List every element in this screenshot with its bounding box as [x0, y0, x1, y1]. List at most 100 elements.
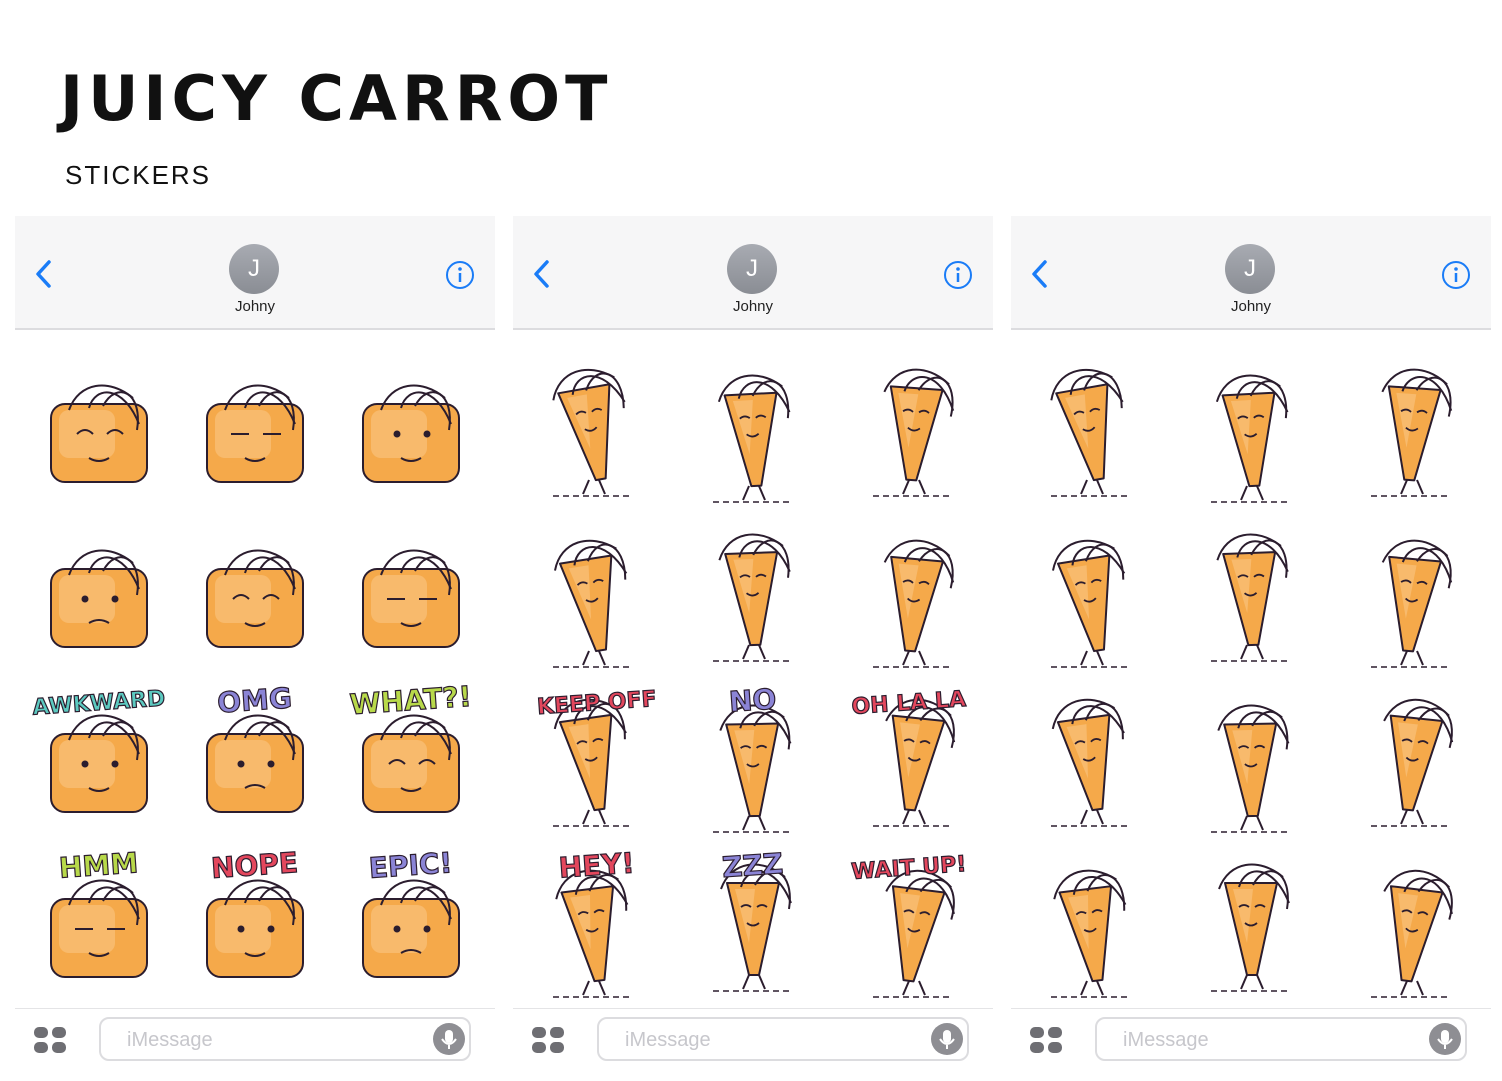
sticker-label: HMM: [58, 846, 139, 884]
microphone-icon[interactable]: [931, 1023, 963, 1055]
sticker[interactable]: [675, 511, 831, 676]
sticker[interactable]: [1017, 676, 1173, 841]
sticker[interactable]: [333, 511, 489, 676]
carrot-sticker-icon: [1371, 539, 1453, 668]
sticker[interactable]: EPIC!: [333, 841, 489, 1006]
sticker[interactable]: [1017, 511, 1173, 676]
message-composer: [1011, 1008, 1491, 1081]
sticker[interactable]: OMG: [177, 676, 333, 841]
contact-name[interactable]: Johny: [513, 298, 993, 315]
sticker[interactable]: KEEP OFF: [519, 676, 675, 841]
imessage-panel: J Johny AWKWARD OMG WHAT?! HMM NOPE EPIC!: [15, 216, 495, 1081]
chevron-left-icon[interactable]: [527, 256, 557, 292]
sticker[interactable]: [177, 511, 333, 676]
page-subtitle: STICKERS: [65, 160, 212, 190]
sticker-grid: [1017, 346, 1485, 1006]
carrot-sticker-icon: [713, 374, 793, 503]
sticker-label: EPIC!: [368, 846, 453, 885]
carrot-sticker-icon: EPIC!: [362, 846, 460, 978]
message-composer: [15, 1008, 495, 1081]
sticker[interactable]: NOPE: [177, 841, 333, 1006]
carrot-sticker-icon: KEEP OFF: [536, 686, 658, 827]
sticker[interactable]: [519, 346, 675, 511]
sticker[interactable]: [1173, 511, 1329, 676]
carrot-sticker-icon: WHAT?!: [348, 679, 473, 813]
carrot-sticker-icon: [1051, 698, 1131, 827]
sticker[interactable]: WHAT?!: [333, 676, 489, 841]
sticker[interactable]: [21, 346, 177, 511]
info-icon[interactable]: [943, 260, 973, 290]
carrot-sticker-icon: [552, 368, 633, 497]
conversation-header: J Johny: [1011, 216, 1491, 330]
sticker-label: NOPE: [210, 846, 299, 885]
contact-name[interactable]: Johny: [15, 298, 495, 315]
sticker-label: NO: [728, 682, 777, 718]
chevron-left-icon[interactable]: [1025, 256, 1055, 292]
sticker[interactable]: [675, 346, 831, 511]
sticker[interactable]: HMM: [21, 841, 177, 1006]
sticker-label: WHAT?!: [349, 680, 473, 721]
sticker-label: HEY!: [558, 846, 636, 884]
carrot-sticker-icon: WAIT UP!: [850, 851, 968, 998]
message-composer: [513, 1008, 993, 1081]
sticker[interactable]: HEY!: [519, 841, 675, 1006]
sticker[interactable]: [1329, 841, 1485, 1006]
sticker[interactable]: [333, 346, 489, 511]
carrot-sticker-icon: [873, 539, 955, 668]
sticker-label: KEEP OFF: [536, 687, 657, 720]
message-input[interactable]: [1121, 1025, 1415, 1055]
carrot-sticker-icon: [50, 384, 148, 483]
message-input-field[interactable]: [1095, 1017, 1467, 1061]
carrot-sticker-icon: [1211, 863, 1291, 992]
app-drawer-icon[interactable]: [1029, 1025, 1065, 1055]
sticker[interactable]: [1017, 346, 1173, 511]
sticker[interactable]: [177, 346, 333, 511]
carrot-sticker-icon: [713, 533, 793, 662]
conversation-header: J Johny: [513, 216, 993, 330]
page-title: JUICY CARROT: [60, 62, 613, 135]
sticker[interactable]: [1329, 511, 1485, 676]
message-input-field[interactable]: [99, 1017, 471, 1061]
sticker[interactable]: [831, 511, 987, 676]
carrot-sticker-icon: [1371, 368, 1453, 497]
sticker[interactable]: WAIT UP!: [831, 841, 987, 1006]
sticker[interactable]: [831, 346, 987, 511]
sticker[interactable]: [519, 511, 675, 676]
sticker-grid: AWKWARD OMG WHAT?! HMM NOPE EPIC!: [21, 346, 489, 1006]
microphone-icon[interactable]: [1429, 1023, 1461, 1055]
sticker-label: ZZZ: [721, 847, 784, 884]
carrot-sticker-icon: OMG: [206, 681, 304, 813]
sticker[interactable]: ZZZ: [675, 841, 831, 1006]
contact-name[interactable]: Johny: [1011, 298, 1491, 315]
carrot-sticker-icon: [1371, 698, 1454, 827]
contact-avatar[interactable]: J: [727, 244, 777, 294]
app-drawer-icon[interactable]: [33, 1025, 69, 1055]
sticker[interactable]: [21, 511, 177, 676]
chevron-left-icon[interactable]: [29, 256, 59, 292]
microphone-icon[interactable]: [433, 1023, 465, 1055]
imessage-panel: J Johny KEEP OFF NO OH LA LA HEY! ZZZ WAIT UP…: [513, 216, 993, 1081]
sticker[interactable]: AWKWARD: [21, 676, 177, 841]
sticker[interactable]: OH LA LA: [831, 676, 987, 841]
carrot-sticker-icon: HMM: [50, 846, 148, 978]
message-input-field[interactable]: [597, 1017, 969, 1061]
info-icon[interactable]: [445, 260, 475, 290]
sticker-label: OMG: [216, 681, 293, 719]
carrot-sticker-icon: AWKWARD: [31, 686, 167, 813]
sticker[interactable]: [1329, 676, 1485, 841]
sticker[interactable]: [1173, 346, 1329, 511]
app-drawer-icon[interactable]: [531, 1025, 567, 1055]
sticker[interactable]: [1173, 841, 1329, 1006]
sticker[interactable]: [1017, 841, 1173, 1006]
carrot-sticker-icon: [1211, 374, 1291, 503]
message-input[interactable]: [125, 1025, 419, 1055]
sticker[interactable]: NO: [675, 676, 831, 841]
info-icon[interactable]: [1441, 260, 1471, 290]
message-input[interactable]: [623, 1025, 917, 1055]
contact-avatar[interactable]: J: [1225, 244, 1275, 294]
carrot-sticker-icon: [553, 539, 633, 668]
carrot-sticker-icon: [206, 384, 304, 483]
sticker[interactable]: [1173, 676, 1329, 841]
contact-avatar[interactable]: J: [229, 244, 279, 294]
sticker[interactable]: [1329, 346, 1485, 511]
